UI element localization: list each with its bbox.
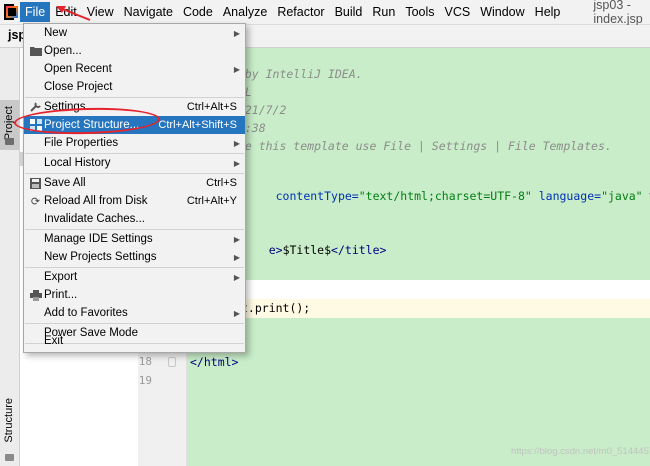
code-token: $Title$ [282, 243, 332, 257]
menu-item-label: Open... [44, 45, 82, 57]
menu-item-label: New [44, 27, 68, 39]
submenu-arrow-icon: ▶ [233, 28, 240, 38]
line-number: 19 [138, 374, 152, 387]
submenu-arrow-icon: ▶ [233, 64, 240, 74]
code-token: %> [643, 189, 650, 203]
code-line: d by IntelliJ IDEA. [231, 67, 363, 81]
menu-item-label: Close Project [44, 81, 113, 93]
floppy-disk-icon [29, 177, 42, 190]
menu-item-shortcut: Ctrl+Alt+S [186, 101, 237, 113]
menu-item-shortcut: Ctrl+Alt+Y [186, 195, 237, 207]
code-token: "java" [601, 189, 643, 203]
watermark-text: https://blog.csdn.net/m0_51444577 [511, 446, 650, 457]
menu-item-manage-ide-settings[interactable]: Manage IDE Settings ▶ [24, 230, 245, 248]
menu-item-label: Open Recent [44, 63, 112, 75]
menu-item-exit[interactable]: Exit [24, 332, 245, 350]
menu-item-label: Exit [44, 335, 64, 347]
structure-tab-label: Structure [3, 398, 15, 443]
menu-navigate[interactable]: Navigate [119, 2, 178, 22]
printer-icon [29, 289, 42, 302]
menu-refactor[interactable]: Refactor [272, 2, 329, 22]
menu-vcs[interactable]: VCS [440, 2, 476, 22]
code-token: title [344, 243, 380, 257]
structure-tool-tab[interactable]: Structure [0, 388, 19, 466]
submenu-arrow-icon: ▶ [233, 138, 240, 148]
code-token: > [379, 243, 387, 257]
menu-item-label: Export [44, 271, 78, 283]
code-token: language= [531, 189, 602, 203]
line-number: 18 [138, 355, 152, 368]
submenu-arrow-icon: ▶ [233, 234, 240, 244]
menu-item-file-properties[interactable]: File Properties ▶ [24, 134, 245, 152]
code-token: e> [268, 243, 283, 257]
submenu-arrow-icon: ▶ [233, 272, 240, 282]
structure-icon [5, 454, 14, 461]
menu-item-save-all[interactable]: Save All Ctrl+S [24, 174, 245, 192]
menu-bar: File Edit View Navigate Code Analyze Ref… [0, 0, 650, 26]
code-line-close-html: </html> [190, 355, 239, 369]
editor-line-highlight [187, 280, 650, 299]
menu-item-label: Save All [44, 177, 86, 189]
menu-analyze[interactable]: Analyze [218, 2, 272, 22]
menu-item-print[interactable]: Print... [24, 286, 245, 304]
menu-item-label: New Projects Settings [44, 251, 157, 263]
menu-item-reload-all[interactable]: ⟳ Reload All from Disk Ctrl+Alt+Y [24, 192, 245, 210]
menu-item-shortcut: Ctrl+S [206, 177, 237, 189]
project-folder-icon [5, 138, 14, 145]
menu-code[interactable]: Code [178, 2, 218, 22]
menu-help[interactable]: Help [530, 2, 566, 22]
submenu-arrow-icon: ▶ [233, 252, 240, 262]
menu-item-open[interactable]: Open... [24, 42, 245, 60]
menu-item-label: Manage IDE Settings [44, 233, 153, 245]
code-token: contentType= [268, 189, 359, 203]
intellij-logo-icon [4, 4, 19, 20]
file-menu-dropdown: New ▶ Open... Open Recent ▶ Close Projec… [23, 23, 246, 353]
code-line-title: e>$Title$</title> [241, 229, 387, 271]
code-line: nge this template use File | Settings | … [231, 139, 612, 153]
menu-item-export[interactable]: Export ▶ [24, 268, 245, 286]
menu-item-label: Reload All from Disk [44, 195, 148, 207]
submenu-arrow-icon: ▶ [233, 308, 240, 318]
folder-icon [29, 45, 42, 58]
menu-tools[interactable]: Tools [400, 2, 439, 22]
window-title: jsp03 - index.jsp [593, 0, 643, 26]
annotation-arrow-icon [56, 6, 91, 21]
code-token: </ [331, 243, 345, 257]
menu-file[interactable]: File [20, 2, 51, 22]
reload-icon: ⟳ [30, 195, 41, 208]
fold-marker-icon[interactable] [168, 357, 176, 367]
menu-build[interactable]: Build [330, 2, 368, 22]
menu-item-label: File Properties [44, 137, 119, 149]
menu-item-shortcut: Ctrl+Alt+Shift+S [158, 119, 237, 131]
menu-run[interactable]: Run [367, 2, 400, 22]
submenu-arrow-icon: ▶ [233, 158, 240, 168]
left-tool-strip: Project Structure [0, 48, 20, 466]
menu-item-label: Add to Favorites [44, 307, 128, 319]
menu-window[interactable]: Window [475, 2, 529, 22]
menu-item-label: Print... [44, 289, 78, 301]
menu-item-new-projects-settings[interactable]: New Projects Settings ▶ [24, 248, 245, 266]
code-line-print: t.print(); [241, 301, 311, 315]
menu-item-add-to-favorites[interactable]: Add to Favorites ▶ [24, 304, 245, 322]
menu-item-local-history[interactable]: Local History ▶ [24, 154, 245, 172]
menu-item-open-recent[interactable]: Open Recent ▶ [24, 60, 245, 78]
menu-item-invalidate-caches[interactable]: Invalidate Caches... [24, 210, 245, 228]
code-line-page-directive: contentType="text/html;charset=UTF-8" la… [241, 175, 650, 217]
menu-item-new[interactable]: New ▶ [24, 24, 245, 42]
code-editor[interactable]: d by IntelliJ IDEA. TYL 2021/7/2 10:38 n… [187, 48, 650, 466]
menu-item-close-project[interactable]: Close Project [24, 78, 245, 96]
code-token: "text/html;charset=UTF-8" [358, 189, 532, 203]
menu-item-label: Invalidate Caches... [44, 213, 146, 225]
menu-item-label: Local History [44, 157, 111, 169]
